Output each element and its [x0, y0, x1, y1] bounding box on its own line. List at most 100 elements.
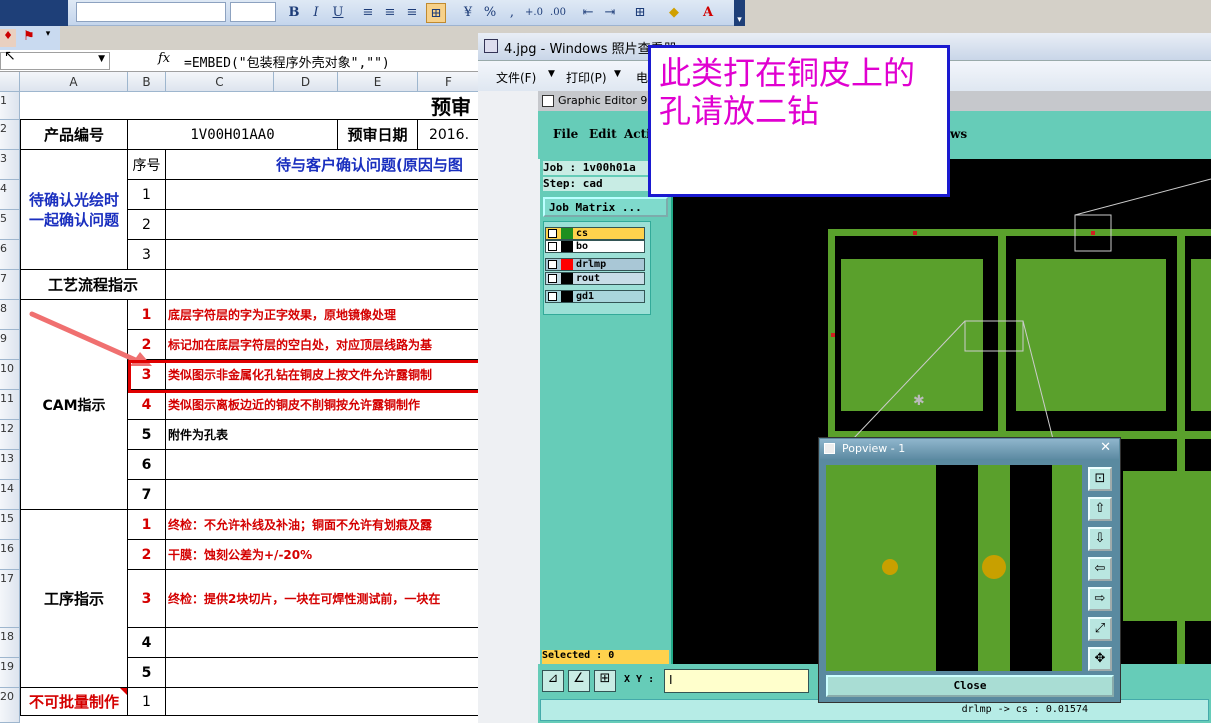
review-date-label[interactable]: 预审日期 — [338, 120, 418, 150]
process-item-no[interactable]: 5 — [128, 658, 166, 688]
product-no-label[interactable]: 产品编号 — [20, 120, 128, 150]
cam-item-no[interactable]: 6 — [128, 450, 166, 480]
percent-icon[interactable]: % — [480, 3, 500, 23]
pending-item-text[interactable] — [166, 210, 480, 240]
cam-item-text[interactable]: 附件为孔表 — [166, 420, 480, 450]
row-header[interactable]: 10 — [0, 360, 20, 390]
product-no-value[interactable]: 1V00H01AA0 — [128, 120, 338, 150]
layer-row[interactable]: cs — [545, 227, 645, 240]
select-all-corner[interactable] — [0, 72, 20, 92]
row-header[interactable]: 15 — [0, 510, 20, 540]
cam-item-no[interactable]: 5 — [128, 420, 166, 450]
outdent-icon[interactable]: ⇤ — [578, 3, 598, 23]
toolbar2-options-icon[interactable]: ▾ — [42, 29, 54, 47]
row-header[interactable]: 14 — [0, 480, 20, 510]
layer-checkbox[interactable] — [548, 260, 557, 269]
no-batch-label[interactable]: 不可批量制作 — [20, 688, 128, 716]
row-header[interactable]: 11 — [0, 390, 20, 420]
process-flow-label[interactable]: 工艺流程指示 — [20, 270, 166, 300]
process-item-text[interactable] — [166, 628, 480, 658]
cam-item-text[interactable] — [166, 450, 480, 480]
row-header[interactable]: 6 — [0, 240, 20, 270]
process-item-no[interactable]: 2 — [128, 540, 166, 570]
pending-item-no[interactable]: 2 — [128, 210, 166, 240]
menu-print-dropdown-icon[interactable]: ▼ — [614, 69, 621, 79]
menu-email[interactable]: 电 — [636, 69, 648, 86]
popview-close-button[interactable]: Close — [826, 675, 1114, 697]
no-batch-item-no[interactable]: 1 — [128, 688, 166, 716]
align-center-icon[interactable]: ≡ — [380, 3, 400, 23]
column-header-d[interactable]: D — [274, 72, 338, 92]
font-name-combo[interactable] — [76, 2, 226, 22]
row-header[interactable]: 19 — [0, 658, 20, 688]
align-right-icon[interactable]: ≡ — [402, 3, 422, 23]
popview-close-icon[interactable]: ✕ — [1100, 440, 1111, 455]
row-header[interactable]: 17 — [0, 570, 20, 628]
currency-icon[interactable]: ¥ — [458, 3, 478, 23]
row-header[interactable]: 5 — [0, 210, 20, 240]
pending-item-text[interactable] — [166, 180, 480, 210]
pending-item-text[interactable] — [166, 240, 480, 270]
process-item-text[interactable]: 终检：不允许补线及补油；铜面不允许有划痕及露 — [166, 510, 480, 540]
process-item-no[interactable]: 1 — [128, 510, 166, 540]
popview-titlebar[interactable]: Popview - 1 ✕ — [820, 439, 1119, 459]
layer-row[interactable]: gd1 — [545, 290, 645, 303]
ge-menu-file[interactable]: File — [553, 127, 578, 141]
layer-checkbox[interactable] — [548, 229, 557, 238]
job-matrix-button[interactable]: Job Matrix ... — [543, 197, 668, 217]
fx-icon[interactable]: fx — [158, 51, 170, 66]
align-left-icon[interactable]: ≡ — [358, 3, 378, 23]
menu-file[interactable]: 文件(F) — [496, 69, 536, 86]
grid-icon[interactable]: ⊞ — [594, 670, 616, 692]
bold-icon[interactable]: B — [284, 3, 304, 23]
pan-left-icon[interactable]: ⇦ — [1088, 557, 1112, 581]
row-header[interactable]: 9 — [0, 330, 20, 360]
zoom-extent-icon[interactable]: ⤢ — [1088, 617, 1112, 641]
no-batch-item-text[interactable] — [166, 688, 480, 716]
column-header-b[interactable]: B — [128, 72, 166, 92]
row-header[interactable]: 8 — [0, 300, 20, 330]
seq-header[interactable]: 序号 — [128, 150, 166, 180]
process-item-text[interactable] — [166, 658, 480, 688]
name-box[interactable]: ▼ — [0, 52, 110, 70]
row-header[interactable]: 2 — [0, 120, 20, 150]
ge-menu-edit[interactable]: Edit — [589, 127, 617, 141]
row-header[interactable]: 12 — [0, 420, 20, 450]
fit-icon[interactable]: ⊡ — [1088, 467, 1112, 491]
customer-issue-header[interactable]: 待与客户确认问题(原因与图 — [166, 150, 480, 180]
font-color-icon[interactable]: A — [698, 3, 718, 23]
row-header[interactable]: 18 — [0, 628, 20, 658]
row-header[interactable]: 7 — [0, 270, 20, 300]
row-header[interactable]: 3 — [0, 150, 20, 180]
zoom-in-icon[interactable]: ⇧ — [1088, 497, 1112, 521]
process-flow-value[interactable] — [166, 270, 480, 300]
borders-icon[interactable]: ⊞ — [630, 3, 650, 23]
italic-icon[interactable]: I — [306, 3, 326, 23]
column-header-f[interactable]: F — [418, 72, 480, 92]
pending-item-no[interactable]: 1 — [128, 180, 166, 210]
pdf-icon[interactable]: ♦ — [0, 29, 16, 47]
cam-item-text[interactable] — [166, 480, 480, 510]
process-item-text[interactable]: 终检：提供2块切片，一块在可焊性测试前，一块在 — [166, 570, 480, 628]
column-header-a[interactable]: A — [20, 72, 128, 92]
layer-row[interactable]: drlmp — [545, 258, 645, 271]
sheet-title[interactable]: 预审 — [20, 92, 480, 120]
row-header[interactable]: 4 — [0, 180, 20, 210]
decrease-decimal-icon[interactable]: .00 — [548, 3, 568, 23]
process-label[interactable]: 工序指示 — [20, 510, 128, 688]
menu-print[interactable]: 打印(P) — [566, 69, 607, 86]
increase-decimal-icon[interactable]: +.0 — [524, 3, 544, 23]
process-item-no[interactable]: 4 — [128, 628, 166, 658]
pan-down-icon[interactable]: ⇩ — [1088, 527, 1112, 551]
layer-row[interactable]: rout — [545, 272, 645, 285]
cam-item-no[interactable]: 7 — [128, 480, 166, 510]
process-item-no[interactable]: 3 — [128, 570, 166, 628]
worksheet[interactable]: 预审 产品编号 1V00H01AA0 预审日期 2016. 待确认光绘时一起确认… — [20, 92, 480, 723]
comma-icon[interactable]: , — [502, 3, 522, 23]
underline-icon[interactable]: U — [328, 3, 348, 23]
column-header-e[interactable]: E — [338, 72, 418, 92]
merge-center-icon[interactable]: ⊞ — [426, 3, 446, 23]
xy-input[interactable]: I — [664, 669, 809, 693]
layer-row[interactable]: bo — [545, 240, 645, 253]
center-icon[interactable]: ✥ — [1088, 647, 1112, 671]
